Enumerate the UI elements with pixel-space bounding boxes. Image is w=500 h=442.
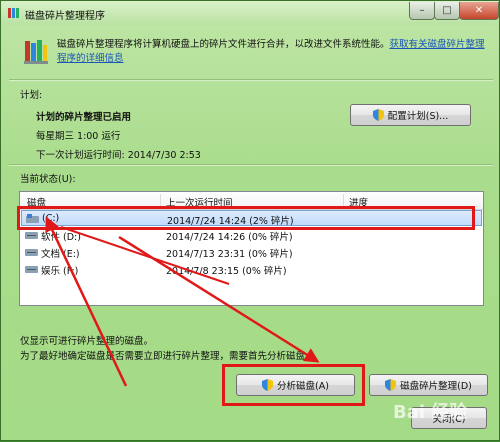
minimize-button[interactable]: – <box>409 2 435 20</box>
schedule-section-label: 计划: <box>20 90 43 101</box>
description-text: 磁盘碎片整理程序将计算机硬盘上的碎片文件进行合并，以改进文件系统性能。 <box>57 39 390 50</box>
column-header-last-run[interactable]: 上一次运行时间 <box>166 195 233 209</box>
configure-schedule-button[interactable]: 配置计划(S)... <box>350 104 471 126</box>
note-line-1: 仅显示可进行碎片整理的磁盘。 <box>20 336 154 347</box>
drive-icon <box>25 266 38 273</box>
analyze-disk-label: 分析磁盘(A) <box>277 381 329 392</box>
defrag-window: 磁盘碎片整理程序 – □ ✕ 磁盘碎片整理程序将计算机硬盘上的碎片文件进行合并，… <box>0 0 500 441</box>
maximize-icon: □ <box>442 5 452 16</box>
shield-icon <box>262 379 274 391</box>
drive-icon <box>26 214 39 223</box>
disk-last-run: 2014/7/24 14:26 (0% 碎片) <box>166 232 293 243</box>
drive-icon <box>25 249 38 256</box>
defragment-disk-label: 磁盘碎片整理(D) <box>400 381 472 392</box>
column-separator <box>343 194 344 207</box>
analyze-disk-button[interactable]: 分析磁盘(A) <box>236 374 355 396</box>
help-link-continued[interactable]: 程序的详细信息 <box>57 53 124 64</box>
current-status-label: 当前状态(U): <box>20 174 76 185</box>
disk-row[interactable]: 文档 (E:) 2014/7/13 23:31 (0% 碎片) <box>21 244 482 260</box>
column-separator <box>160 194 161 207</box>
drive-icon <box>25 232 38 239</box>
column-header-disk[interactable]: 磁盘 <box>27 195 46 209</box>
maximize-button[interactable]: □ <box>434 2 460 20</box>
schedule-frequency: 每星期三 1:00 运行 <box>36 131 121 142</box>
disk-name: 娱乐 (F:) <box>41 266 79 277</box>
help-link[interactable]: 获取有关磁盘碎片整理 <box>390 39 485 50</box>
watermark: Bai 经验 <box>393 402 468 423</box>
defrag-app-icon <box>8 8 19 18</box>
configure-schedule-label: 配置计划(S)... <box>387 111 449 122</box>
note-line-2: 为了最好地确定磁盘是否需要立即进行碎片整理，需要首先分析磁盘。 <box>20 351 315 362</box>
disk-row[interactable]: (C:) 2014/7/24 14:24 (2% 碎片) <box>21 210 482 227</box>
title-bar: 磁盘碎片整理程序 – □ ✕ <box>1 1 499 25</box>
disk-last-run: 2014/7/24 14:24 (2% 碎片) <box>167 216 294 227</box>
schedule-status: 计划的碎片整理已启用 <box>36 112 132 123</box>
description: 磁盘碎片整理程序将计算机硬盘上的碎片文件进行合并，以改进文件系统性能。获取有关磁… <box>57 38 497 66</box>
close-window-button[interactable]: ✕ <box>459 2 499 20</box>
disk-list-header: 磁盘 上一次运行时间 进度 <box>20 192 483 210</box>
window-title: 磁盘碎片整理程序 <box>25 11 105 22</box>
shield-icon <box>385 379 397 391</box>
shield-icon <box>372 109 384 121</box>
divider <box>9 164 493 166</box>
disk-list[interactable]: 磁盘 上一次运行时间 进度 (C:) 2014/7/24 14:24 (2% 碎… <box>19 191 484 306</box>
defrag-icon <box>24 40 48 64</box>
divider <box>9 79 493 81</box>
column-header-progress[interactable]: 进度 <box>349 195 368 209</box>
minimize-icon: – <box>419 5 425 16</box>
schedule-next-run: 下一次计划运行时间: 2014/7/30 2:53 <box>36 150 201 161</box>
defragment-disk-button[interactable]: 磁盘碎片整理(D) <box>369 374 488 396</box>
disk-row[interactable]: 娱乐 (F:) 2014/7/8 23:15 (0% 碎片) <box>21 261 482 277</box>
close-icon: ✕ <box>474 5 484 16</box>
disk-last-run: 2014/7/8 23:15 (0% 碎片) <box>166 266 287 277</box>
disk-name: 软件 (D:) <box>41 232 81 243</box>
disk-row[interactable]: 软件 (D:) 2014/7/24 14:26 (0% 碎片) <box>21 227 482 243</box>
disk-name: (C:) <box>42 213 60 224</box>
disk-name: 文档 (E:) <box>41 249 80 260</box>
disk-last-run: 2014/7/13 23:31 (0% 碎片) <box>166 249 293 260</box>
